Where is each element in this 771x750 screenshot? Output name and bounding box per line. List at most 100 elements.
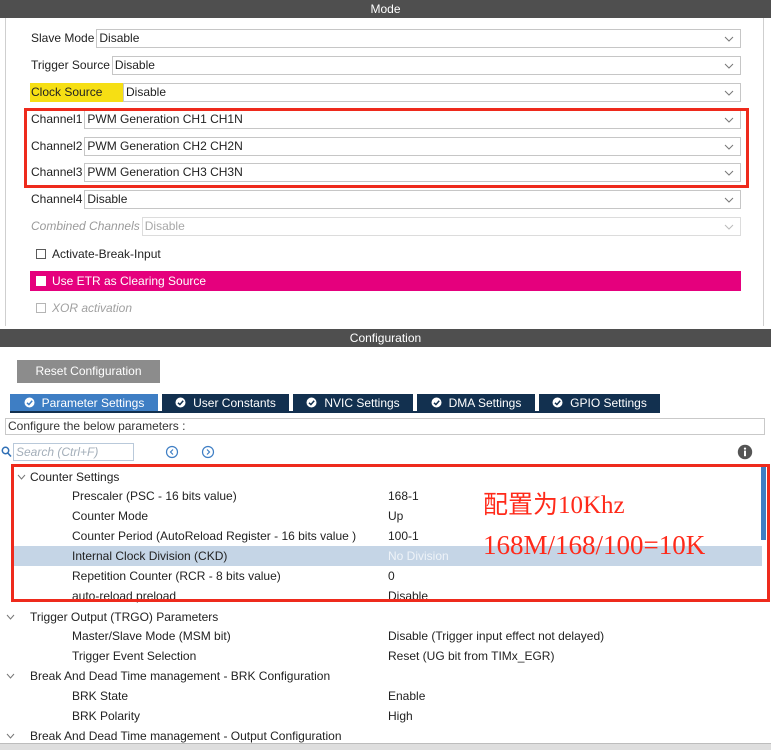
configuration-header: Configuration <box>0 329 771 347</box>
param-name: Internal Clock Division (CKD) <box>72 549 228 563</box>
clock-source-row: Clock Source Disable <box>30 83 741 102</box>
tab-underline <box>10 411 660 413</box>
xor-activation-checkbox <box>36 303 46 313</box>
trigger-source-value: Disable <box>114 58 155 72</box>
channel2-select[interactable]: PWM Generation CH2 CH2N <box>84 137 741 156</box>
param-row-prescaler[interactable]: Prescaler (PSC - 16 bits value) 168-1 <box>0 486 771 506</box>
param-name: Prescaler (PSC - 16 bits value) <box>72 489 237 503</box>
channel2-row: Channel2 PWM Generation CH2 CH2N <box>30 137 741 156</box>
use-etr-checkbox[interactable] <box>36 276 46 286</box>
param-name: Counter Mode <box>72 509 149 523</box>
combined-channels-select[interactable]: Disable <box>141 217 741 236</box>
channel1-row: Channel1 PWM Generation CH1 CH1N <box>30 110 741 129</box>
tree-group-trigger-output[interactable]: Trigger Output (TRGO) Parameters <box>0 607 771 627</box>
clock-source-select[interactable]: Disable <box>123 83 741 102</box>
search-input[interactable] <box>13 443 134 461</box>
channel2-label: Channel2 <box>31 139 83 153</box>
check-circle-icon <box>306 397 317 408</box>
param-row-counter-mode[interactable]: Counter Mode Up <box>0 506 771 526</box>
param-row-trigger-event-selection[interactable]: Trigger Event Selection Reset (UG bit fr… <box>0 646 771 666</box>
trigger-source-select[interactable]: Disable <box>111 56 741 75</box>
chevron-down-icon <box>724 90 734 96</box>
channel1-value: PWM Generation CH1 CH1N <box>87 112 243 126</box>
trigger-source-row: Trigger Source Disable <box>30 56 741 75</box>
param-name: BRK State <box>72 689 129 703</box>
chevron-down-icon <box>17 474 26 480</box>
chevron-down-icon <box>724 144 734 150</box>
param-row-brk-state[interactable]: BRK State Enable <box>0 686 771 706</box>
tab-parameter-settings[interactable]: Parameter Settings <box>10 394 158 411</box>
info-icon[interactable] <box>737 444 753 460</box>
group-label: Trigger Output (TRGO) Parameters <box>30 610 219 624</box>
annotation-text-line2: 168M/168/100=10K <box>483 530 706 560</box>
tab-label: GPIO Settings <box>570 395 647 410</box>
slave-mode-row: Slave Mode Disable <box>30 29 741 48</box>
tab-label: NVIC Settings <box>324 395 400 410</box>
tab-dma-settings[interactable]: DMA Settings <box>417 394 535 411</box>
tree-group-counter-settings[interactable]: Counter Settings <box>0 467 771 487</box>
param-name: Repetition Counter (RCR - 8 bits value) <box>72 569 281 583</box>
param-value: Reset (UG bit from TIMx_EGR) <box>388 649 555 663</box>
channel4-row: Channel4 Disable <box>30 190 741 209</box>
param-row-brk-polarity[interactable]: BRK Polarity High <box>0 706 771 726</box>
param-value: 100-1 <box>388 529 419 543</box>
param-row-repetition-counter[interactable]: Repetition Counter (RCR - 8 bits value) … <box>0 566 771 586</box>
channel1-select[interactable]: PWM Generation CH1 CH1N <box>84 110 741 129</box>
clock-source-value: Disable <box>126 85 167 99</box>
activate-break-input-checkbox[interactable] <box>36 249 46 259</box>
xor-activation-row: XOR activation <box>36 301 132 315</box>
clock-source-label: Clock Source <box>30 83 123 102</box>
check-circle-icon <box>552 397 563 408</box>
tab-gpio-settings[interactable]: GPIO Settings <box>539 394 660 411</box>
slave-mode-label: Slave Mode <box>31 31 95 45</box>
tab-label: Parameter Settings <box>41 395 145 410</box>
param-value: No Division <box>388 549 449 563</box>
param-value: 0 <box>388 569 395 583</box>
channel4-select[interactable]: Disable <box>84 190 741 209</box>
use-etr-label: Use ETR as Clearing Source <box>52 274 207 288</box>
bottom-panel-edge <box>0 743 771 750</box>
tree-group-brk-configuration[interactable]: Break And Dead Time management - BRK Con… <box>0 666 771 686</box>
check-circle-icon <box>175 397 186 408</box>
channel3-select[interactable]: PWM Generation CH3 CH3N <box>84 163 741 182</box>
mode-header: Mode <box>0 0 771 18</box>
chevron-down-icon <box>724 170 734 176</box>
channel4-value: Disable <box>87 192 128 206</box>
activate-break-input-row[interactable]: Activate-Break-Input <box>36 247 161 261</box>
chevron-down-icon <box>6 733 15 739</box>
xor-activation-label: XOR activation <box>52 301 133 315</box>
param-row-master-slave-mode[interactable]: Master/Slave Mode (MSM bit) Disable (Tri… <box>0 626 771 646</box>
reset-configuration-button[interactable]: Reset Configuration <box>17 360 160 383</box>
chevron-down-icon <box>724 117 734 123</box>
group-label: Break And Dead Time management - BRK Con… <box>30 669 331 683</box>
combined-channels-value: Disable <box>144 219 185 233</box>
check-circle-icon <box>431 397 442 408</box>
configure-hint: Configure the below parameters : <box>5 418 765 435</box>
check-circle-icon <box>24 397 35 408</box>
param-row-auto-reload-preload[interactable]: auto-reload preload Disable <box>0 586 771 606</box>
tab-label: DMA Settings <box>448 395 522 410</box>
annotation-text-line1: 配置为10Khz <box>483 492 625 519</box>
group-label: Counter Settings <box>30 470 120 484</box>
combined-channels-row: Combined Channels Disable <box>30 217 741 236</box>
previous-match-icon[interactable] <box>165 445 179 459</box>
slave-mode-select[interactable]: Disable <box>96 29 741 48</box>
tab-user-constants[interactable]: User Constants <box>162 394 289 411</box>
param-name: auto-reload preload <box>72 589 177 603</box>
chevron-down-icon <box>6 614 15 620</box>
next-match-icon[interactable] <box>201 445 215 459</box>
channel3-row: Channel3 PWM Generation CH3 CH3N <box>30 163 741 182</box>
tab-nvic-settings[interactable]: NVIC Settings <box>293 394 413 411</box>
param-name: Counter Period (AutoReload Register - 16… <box>72 529 357 543</box>
use-etr-row[interactable]: Use ETR as Clearing Source <box>30 271 741 291</box>
param-value: High <box>388 709 413 723</box>
channel2-value: PWM Generation CH2 CH2N <box>87 139 243 153</box>
chevron-down-icon <box>724 224 734 230</box>
chevron-down-icon <box>724 63 734 69</box>
param-value: Enable <box>388 689 426 703</box>
channel1-label: Channel1 <box>31 112 83 126</box>
param-value: 168-1 <box>388 489 419 503</box>
chevron-down-icon <box>724 36 734 42</box>
chevron-down-icon <box>6 673 15 679</box>
vertical-scrollbar[interactable] <box>761 466 766 540</box>
